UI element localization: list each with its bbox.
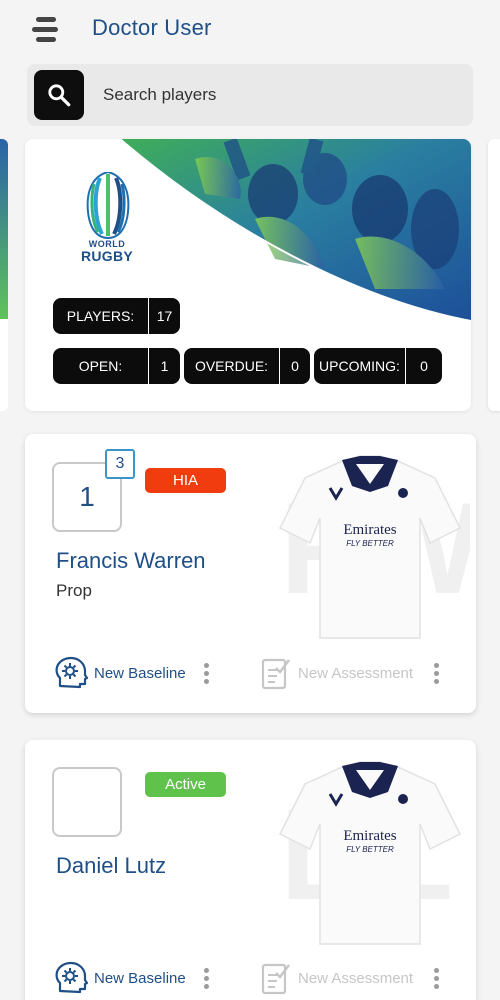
new-assessment-label: New Assessment xyxy=(298,664,414,682)
players-count-pill: PLAYERS: 17 xyxy=(53,298,180,334)
assessment-more-icon[interactable] xyxy=(434,663,440,685)
players-count: 17 xyxy=(156,308,173,324)
players-label: PLAYERS: xyxy=(53,298,149,334)
jersey-sponsor-text: Emirates xyxy=(343,522,396,538)
carousel-prev-card[interactable] xyxy=(0,139,8,411)
upcoming-count-pill: UPCOMING: 0 xyxy=(314,348,442,384)
player-count-badge: 3 xyxy=(105,449,135,479)
new-assessment-button[interactable]: New Assessment xyxy=(260,656,413,690)
overdue-label: OVERDUE: xyxy=(184,348,280,384)
overdue-count: 0 xyxy=(291,358,299,374)
brain-gear-icon xyxy=(55,656,88,689)
jersey-image: DL Emirates FLY BETTER xyxy=(278,761,462,945)
team-card[interactable]: WORLD RUGBY PLAYERS: 17 OPEN: 1 OVERDUE:… xyxy=(25,139,471,411)
jersey-sponsor-text: Emirates xyxy=(343,828,396,844)
new-assessment-label: New Assessment xyxy=(298,969,414,987)
brain-gear-icon xyxy=(55,961,88,994)
baseline-more-icon[interactable] xyxy=(204,968,210,990)
upcoming-label: UPCOMING: xyxy=(314,348,406,384)
new-assessment-button[interactable]: New Assessment xyxy=(260,961,413,995)
new-baseline-label: New Baseline xyxy=(94,969,186,987)
player-name[interactable]: Francis Warren xyxy=(56,548,206,574)
overdue-count-pill: OVERDUE: 0 xyxy=(184,348,310,384)
player-name[interactable]: Daniel Lutz xyxy=(56,853,166,879)
open-label: OPEN: xyxy=(53,348,149,384)
jersey-sponsor-subtext: FLY BETTER xyxy=(346,539,394,548)
page-title: Doctor User xyxy=(92,15,212,40)
jersey-image: FW Emirates FLY BETTER xyxy=(278,455,470,639)
status-badge: HIA xyxy=(145,468,226,493)
jersey-sponsor-subtext: FLY BETTER xyxy=(346,845,394,854)
logo-text-rugby: RUGBY xyxy=(80,248,134,264)
search-input[interactable] xyxy=(103,78,453,112)
app-header: Doctor User xyxy=(0,0,500,60)
hamburger-menu-icon[interactable] xyxy=(30,14,62,44)
new-baseline-button[interactable]: New Baseline xyxy=(54,656,186,690)
player-position: Prop xyxy=(56,581,92,600)
checklist-icon xyxy=(261,658,290,690)
assessment-more-icon[interactable] xyxy=(434,968,440,990)
upcoming-count: 0 xyxy=(420,358,428,374)
player-card[interactable]: Active Daniel Lutz DL Emirates FLY BETTE… xyxy=(25,740,476,1000)
open-count-pill: OPEN: 1 xyxy=(53,348,180,384)
status-badge: Active xyxy=(145,772,226,797)
new-baseline-label: New Baseline xyxy=(94,664,186,682)
player-card[interactable]: 1 3 HIA Francis Warren Prop FW Emirates … xyxy=(25,434,476,713)
carousel-next-card[interactable] xyxy=(488,139,500,411)
open-count: 1 xyxy=(160,358,169,374)
search-icon xyxy=(48,84,71,107)
search-bar xyxy=(27,64,473,126)
search-button[interactable] xyxy=(34,70,84,120)
baseline-more-icon[interactable] xyxy=(204,663,210,685)
checklist-icon xyxy=(261,963,290,995)
new-baseline-button[interactable]: New Baseline xyxy=(54,961,186,995)
player-number-box xyxy=(52,767,122,837)
